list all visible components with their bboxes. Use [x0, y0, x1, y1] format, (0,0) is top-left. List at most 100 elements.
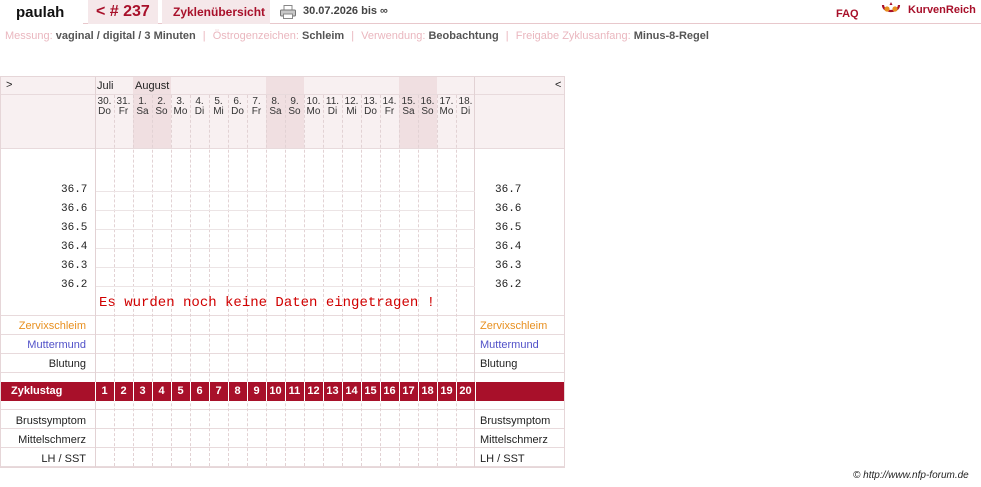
weekday-name: Fr: [251, 106, 262, 117]
cycle-settings-line: Messung: vaginal / digital / 3 Minuten |…: [5, 30, 709, 42]
mittelschmerz-label[interactable]: Mittelschmerz: [18, 434, 86, 446]
temperature-tick-right: 36.6: [495, 203, 522, 215]
weekday-name: Mo: [439, 106, 454, 117]
next-cycle-arrow[interactable]: >: [6, 79, 12, 91]
cycle-day-number[interactable]: 9: [247, 385, 266, 397]
cycle-day-number[interactable]: 14: [342, 385, 361, 397]
breast-symptom-label[interactable]: Brustsymptom: [16, 415, 86, 427]
cycle-day-number[interactable]: 12: [304, 385, 323, 397]
temperature-gridline: [96, 210, 475, 211]
temperature-tick-right: 36.7: [495, 184, 522, 196]
cycle-day-number[interactable]: 17: [399, 385, 418, 397]
temperature-tick-left: 36.3: [61, 260, 88, 272]
weekday-name: So: [288, 106, 301, 117]
cycle-tab[interactable]: < # 237: [88, 0, 158, 24]
cycle-day-number[interactable]: 4: [152, 385, 171, 397]
weekday-name: Do: [231, 106, 244, 117]
cervical-mucus-label[interactable]: Zervixschleim: [19, 320, 86, 332]
row-divider: [1, 409, 564, 410]
measurement-value: vaginal / digital / 3 Minuten: [55, 30, 196, 42]
cervical-mucus-label-right[interactable]: Zervixschleim: [480, 320, 547, 332]
cycle-day-number[interactable]: 15: [361, 385, 380, 397]
day-column-divider: [418, 95, 419, 466]
cycle-overview-tab[interactable]: Zyklenübersicht: [162, 0, 270, 24]
usage-label: Verwendung:: [361, 30, 426, 42]
month-label-august: August: [135, 80, 170, 92]
row-divider: [1, 334, 564, 335]
row-divider: [1, 315, 564, 316]
temperature-gridline: [96, 267, 475, 268]
temperature-tick-left: 36.4: [61, 241, 88, 253]
faq-link[interactable]: FAQ: [836, 8, 859, 20]
cycle-day-number[interactable]: 3: [133, 385, 152, 397]
lh-test-label-right[interactable]: LH / SST: [480, 453, 525, 465]
cycle-day-number[interactable]: 5: [171, 385, 190, 397]
cycle-day-number[interactable]: 16: [380, 385, 399, 397]
breast-symptom-label-right[interactable]: Brustsymptom: [480, 415, 550, 427]
mittelschmerz-label-right[interactable]: Mittelschmerz: [480, 434, 548, 446]
temperature-tick-right: 36.2: [495, 279, 522, 291]
cycle-day-number[interactable]: 11: [285, 385, 304, 397]
release-value: Minus-8-Regel: [633, 30, 709, 42]
weekday-name: Mi: [213, 106, 224, 117]
date-range: 30.07.2026 bis ∞: [303, 5, 388, 17]
day-column-divider: [361, 95, 362, 466]
day-column-divider: [209, 95, 210, 466]
day-column-divider: [304, 95, 305, 466]
cycle-day-number[interactable]: 7: [209, 385, 228, 397]
top-navigation-bar: paulah < # 237 Zyklenübersicht 30.07.202…: [0, 0, 981, 24]
printer-icon[interactable]: [280, 5, 296, 19]
weekday-name: Fr: [118, 106, 129, 117]
weekday-name: Di: [460, 106, 471, 117]
cycle-day-number[interactable]: 13: [323, 385, 342, 397]
cycle-day-number[interactable]: 18: [418, 385, 437, 397]
day-column-divider: [133, 95, 134, 466]
cycle-number-link[interactable]: < # 237: [96, 3, 150, 21]
cycle-day-number[interactable]: 20: [456, 385, 475, 397]
weekday-name: Mi: [346, 106, 357, 117]
day-column-divider: [266, 95, 267, 466]
cycle-day-number[interactable]: 6: [190, 385, 209, 397]
usage-value: Beobachtung: [428, 30, 499, 42]
cycle-day-number[interactable]: 19: [437, 385, 456, 397]
weekday-name: So: [155, 106, 168, 117]
logo-text: KurvenReich: [908, 4, 976, 16]
temperature-tick-left: 36.7: [61, 184, 88, 196]
measurement-label: Messung:: [5, 30, 53, 42]
weekday-name: Mo: [306, 106, 321, 117]
day-column-divider: [114, 95, 115, 466]
cycle-day-number[interactable]: 2: [114, 385, 133, 397]
weekday-name: Mo: [173, 106, 188, 117]
cervix-position-label-right[interactable]: Muttermund: [480, 339, 539, 351]
cycle-day-number[interactable]: 1: [95, 385, 114, 397]
previous-cycle-arrow[interactable]: <: [555, 79, 561, 91]
lh-test-label[interactable]: LH / SST: [41, 453, 86, 465]
cycle-day-number[interactable]: 8: [228, 385, 247, 397]
cervix-position-label[interactable]: Muttermund: [27, 339, 86, 351]
day-column-divider: [437, 95, 438, 466]
day-column-divider: [456, 95, 457, 466]
bleeding-label-right[interactable]: Blutung: [480, 358, 517, 370]
temperature-tick-left: 36.5: [61, 222, 88, 234]
day-column-divider: [380, 95, 381, 466]
user-tab[interactable]: paulah: [0, 0, 83, 24]
day-column-divider: [152, 95, 153, 466]
day-column-divider: [285, 95, 286, 466]
cycle-overview-link[interactable]: Zyklenübersicht: [173, 5, 265, 19]
day-column-divider: [323, 95, 324, 466]
temperature-gridline: [96, 286, 475, 287]
weekday-name: Di: [327, 106, 338, 117]
user-name[interactable]: paulah: [16, 4, 64, 21]
estrogen-value: Schleim: [302, 30, 345, 42]
temperature-gridline: [96, 229, 475, 230]
day-column-divider: [399, 95, 400, 466]
temperature-tick-left: 36.2: [61, 279, 88, 291]
row-divider: [1, 466, 564, 467]
cycle-day-number[interactable]: 10: [266, 385, 285, 397]
row-divider: [1, 94, 564, 95]
month-label-july: Juli: [97, 80, 114, 92]
release-label: Freigabe Zyklusanfang:: [515, 30, 631, 42]
row-divider: [1, 353, 564, 354]
temperature-tick-right: 36.5: [495, 222, 522, 234]
bleeding-label[interactable]: Blutung: [49, 358, 86, 370]
